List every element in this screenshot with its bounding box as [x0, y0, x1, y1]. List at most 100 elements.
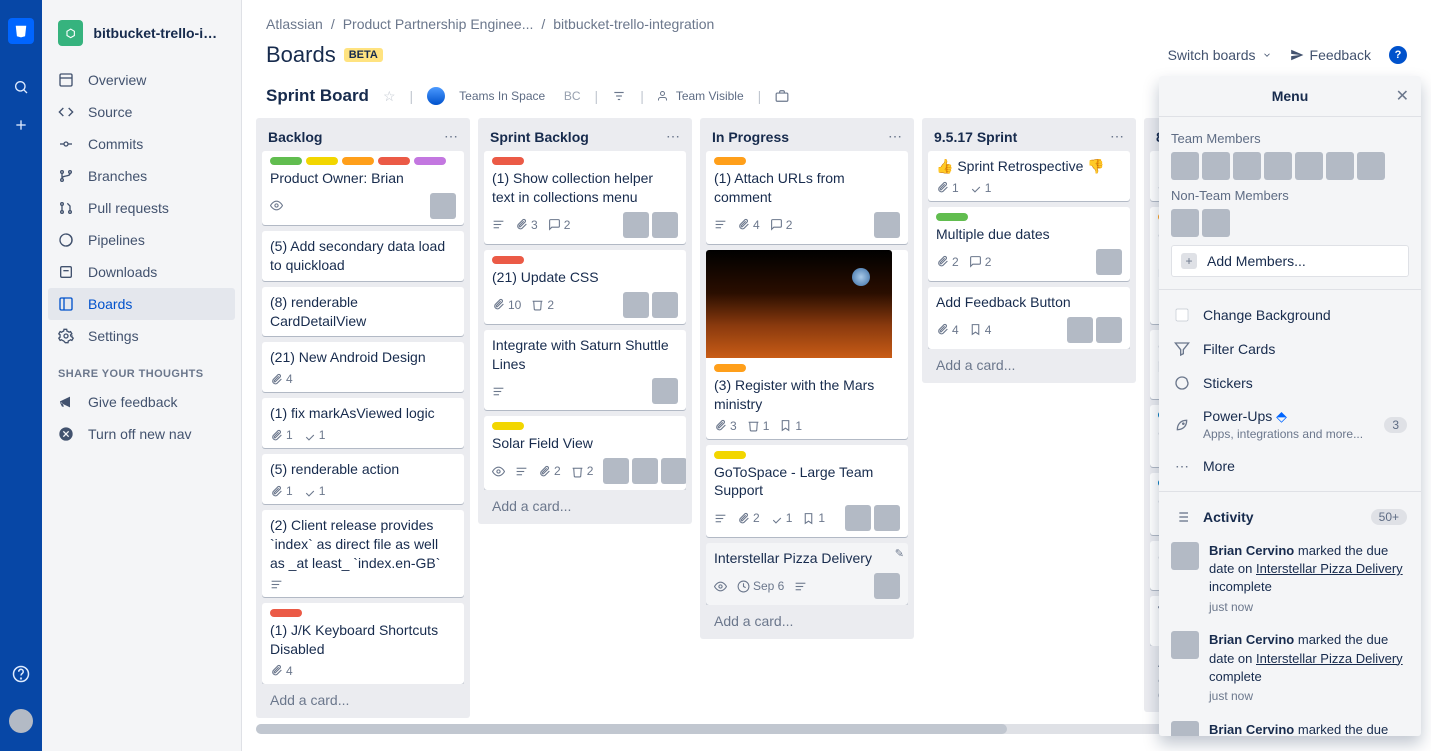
list-title[interactable]: 9.5.17 Sprint [934, 129, 1017, 145]
sidebar-item-feedback[interactable]: Give feedback [42, 386, 241, 418]
menu-item-more[interactable]: ⋯More [1171, 449, 1409, 483]
card-member-avatar[interactable] [874, 573, 900, 599]
pencil-icon[interactable]: ✎ [895, 547, 904, 560]
list-title[interactable]: Backlog [268, 129, 322, 145]
sidebar-item-branches[interactable]: Branches [42, 160, 241, 192]
help-icon[interactable]: ? [1389, 46, 1407, 64]
card-member-avatar[interactable] [623, 212, 649, 238]
member-avatar[interactable] [1326, 152, 1354, 180]
member-avatar[interactable] [1264, 152, 1292, 180]
card-member-avatar[interactable] [632, 458, 658, 484]
add-card-button[interactable]: Add a card... [706, 605, 908, 633]
activity-avatar[interactable] [1171, 631, 1199, 659]
card-member-avatar[interactable] [430, 193, 456, 219]
member-avatar[interactable] [1171, 209, 1199, 237]
desc-badge [515, 465, 528, 478]
sidebar-item-pull-requests[interactable]: Pull requests [42, 192, 241, 224]
crumb-1[interactable]: Atlassian [266, 16, 323, 32]
visibility-button[interactable]: Team Visible [658, 89, 744, 103]
plus-icon[interactable] [12, 116, 30, 134]
feedback-button[interactable]: Feedback [1290, 47, 1371, 63]
filter-icon[interactable] [612, 89, 626, 103]
card-member-avatar[interactable] [874, 212, 900, 238]
card[interactable]: Product Owner: Brian [262, 151, 464, 225]
card-member-avatar[interactable] [661, 458, 686, 484]
list-menu-icon[interactable]: ⋯ [1110, 128, 1124, 145]
menu-item-powerups[interactable]: Power-Ups ⬘Apps, integrations and more..… [1171, 400, 1409, 449]
menu-item-filter[interactable]: Filter Cards [1171, 332, 1409, 366]
card[interactable]: (2) Client release provides `index` as d… [262, 510, 464, 597]
card[interactable]: (1) Attach URLs from comment42 [706, 151, 908, 244]
card-label [270, 609, 302, 617]
crumb-3[interactable]: bitbucket-trello-integration [553, 16, 714, 32]
member-avatar[interactable] [1233, 152, 1261, 180]
card[interactable]: Solar Field View22 [484, 416, 686, 490]
card-member-avatar[interactable] [845, 505, 871, 531]
card[interactable]: (1) J/K Keyboard Shortcuts Disabled4 [262, 603, 464, 684]
list-menu-icon[interactable]: ⋯ [666, 128, 680, 145]
add-card-button[interactable]: Add a card... [262, 684, 464, 712]
card-member-avatar[interactable] [603, 458, 629, 484]
team-name[interactable]: Teams In Space BC [459, 89, 580, 103]
user-avatar[interactable] [9, 709, 33, 733]
card-member-avatar[interactable] [652, 292, 678, 318]
activity-target-link[interactable]: Interstellar Pizza Delivery [1256, 561, 1403, 576]
card-member-avatar[interactable] [874, 505, 900, 531]
card-member-avatar[interactable] [1096, 317, 1122, 343]
card[interactable]: Integrate with Saturn Shuttle Lines [484, 330, 686, 411]
sidebar-item-settings[interactable]: Settings [42, 320, 241, 352]
card[interactable]: (1) Show collection helper text in colle… [484, 151, 686, 244]
card[interactable]: (5) renderable action11 [262, 454, 464, 504]
card[interactable]: (8) renderable CardDetailView [262, 287, 464, 337]
member-avatar[interactable] [1202, 209, 1230, 237]
sidebar-project-header[interactable]: ⬡ bitbucket-trello-int... [42, 10, 241, 64]
commits-icon [58, 136, 74, 152]
card-member-avatar[interactable] [1096, 249, 1122, 275]
close-icon[interactable]: ✕ [1396, 86, 1409, 106]
add-members-button[interactable]: +Add Members... [1171, 245, 1409, 277]
card[interactable]: Multiple due dates22 [928, 207, 1130, 281]
card-member-avatar[interactable] [652, 212, 678, 238]
list-menu-icon[interactable]: ⋯ [444, 128, 458, 145]
sidebar-item-downloads[interactable]: Downloads [42, 256, 241, 288]
card[interactable]: (1) fix markAsViewed logic11 [262, 398, 464, 448]
search-icon[interactable] [12, 78, 30, 96]
card-member-avatar[interactable] [623, 292, 649, 318]
member-avatar[interactable] [1295, 152, 1323, 180]
member-avatar[interactable] [1357, 152, 1385, 180]
activity-avatar[interactable] [1171, 542, 1199, 570]
bitbucket-logo[interactable] [8, 18, 34, 44]
card[interactable]: Add Feedback Button44 [928, 287, 1130, 349]
member-avatar[interactable] [1202, 152, 1230, 180]
switch-boards-button[interactable]: Switch boards [1168, 47, 1272, 63]
card[interactable]: (5) Add secondary data load to quickload [262, 231, 464, 281]
sidebar-item-turn-off[interactable]: Turn off new nav [42, 418, 241, 450]
add-card-button[interactable]: Add a card... [928, 349, 1130, 377]
list-menu-icon[interactable]: ⋯ [888, 128, 902, 145]
card[interactable]: GoToSpace - Large Team Support211 [706, 445, 908, 538]
star-icon[interactable]: ☆ [383, 88, 396, 105]
list-title[interactable]: In Progress [712, 129, 789, 145]
list-title[interactable]: Sprint Backlog [490, 129, 589, 145]
crumb-2[interactable]: Product Partnership Enginee... [343, 16, 534, 32]
activity-avatar[interactable] [1171, 721, 1199, 736]
sidebar-item-pipelines[interactable]: Pipelines [42, 224, 241, 256]
sidebar-item-overview[interactable]: Overview [42, 64, 241, 96]
card[interactable]: Interstellar Pizza Delivery✎Sep 6 [706, 543, 908, 605]
add-card-button[interactable]: Add a card... [484, 490, 686, 518]
sidebar-item-commits[interactable]: Commits [42, 128, 241, 160]
card-member-avatar[interactable] [652, 378, 678, 404]
sidebar-item-source[interactable]: Source [42, 96, 241, 128]
help-icon[interactable] [12, 665, 30, 683]
sidebar-item-boards[interactable]: Boards [48, 288, 235, 320]
card[interactable]: (21) Update CSS102 [484, 250, 686, 324]
card-member-avatar[interactable] [1067, 317, 1093, 343]
menu-item-stickers[interactable]: Stickers [1171, 366, 1409, 400]
menu-item-background[interactable]: Change Background [1171, 298, 1409, 332]
card[interactable]: (3) Register with the Mars ministry311 [706, 250, 908, 439]
card[interactable]: (21) New Android Design4 [262, 342, 464, 392]
activity-target-link[interactable]: Interstellar Pizza Delivery [1256, 651, 1403, 666]
member-avatar[interactable] [1171, 152, 1199, 180]
briefcase-icon[interactable] [775, 89, 789, 103]
card[interactable]: 👍 Sprint Retrospective 👎11 [928, 151, 1130, 201]
